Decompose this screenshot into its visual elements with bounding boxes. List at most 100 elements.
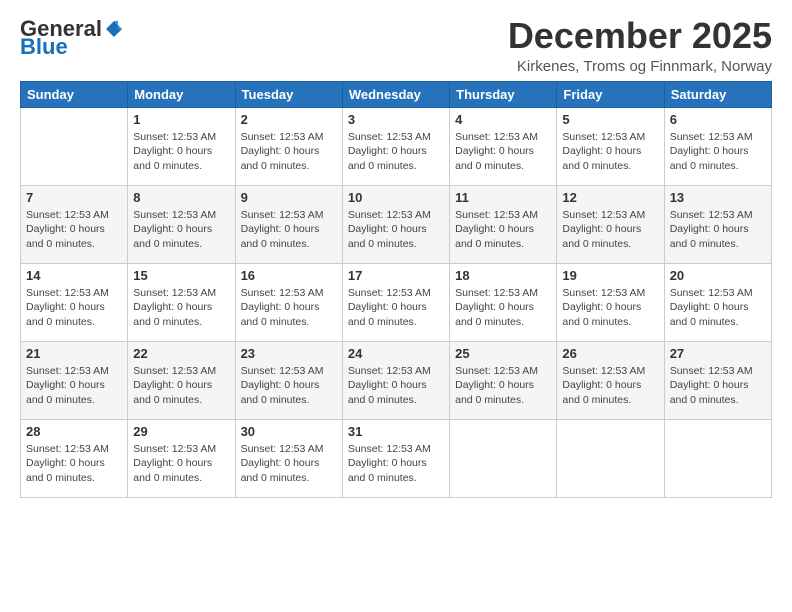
- calendar-cell: 25Sunset: 12:53 AM Daylight: 0 hours and…: [450, 341, 557, 419]
- day-number: 30: [241, 424, 337, 439]
- day-info: Sunset: 12:53 AM Daylight: 0 hours and 0…: [455, 130, 551, 174]
- day-number: 2: [241, 112, 337, 127]
- calendar-cell: 8 Sunset: 12:53 AM Daylight: 0 hours and …: [128, 185, 235, 263]
- calendar-cell: 10Sunset: 12:53 AM Daylight: 0 hours and…: [342, 185, 449, 263]
- day-number: 3: [348, 112, 444, 127]
- day-info: Sunset: 12:53 AM Daylight: 0 hours and 0…: [133, 130, 229, 174]
- day-number: 29: [133, 424, 229, 439]
- day-number: 14: [26, 268, 122, 283]
- calendar-cell: 11 Sunset: 12:53 AM Daylight: 0 hours and…: [450, 185, 557, 263]
- calendar-cell: [557, 419, 664, 497]
- day-info: Sunset: 12:53 AM Daylight: 0 hours and 0…: [670, 286, 766, 330]
- calendar-cell: 6 Sunset: 12:53 AM Daylight: 0 hours and …: [664, 107, 771, 185]
- calendar-week-row: 1 Sunset: 12:53 AM Daylight: 0 hours and …: [21, 107, 772, 185]
- day-number: 5: [562, 112, 658, 127]
- day-number: 21: [26, 346, 122, 361]
- calendar-cell: 17 Sunset: 12:53 AM Daylight: 0 hours and…: [342, 263, 449, 341]
- day-info: Sunset: 12:53 AM Daylight: 0 hours and 0…: [241, 286, 337, 330]
- calendar-cell: 29 Sunset: 12:53 AM Daylight: 0 hours and…: [128, 419, 235, 497]
- day-number: 15: [133, 268, 229, 283]
- day-number: 23: [241, 346, 337, 361]
- day-info: Sunset: 12:53 AM Daylight: 0 hours and 0…: [670, 130, 766, 174]
- day-info: Sunset: 12:53 AM Daylight: 0 hours and 0…: [455, 364, 551, 408]
- calendar-week-row: 21 Sunset: 12:53 AM Daylight: 0 hours and…: [21, 341, 772, 419]
- day-number: 18: [455, 268, 551, 283]
- calendar-cell: 19Sunset: 12:53 AM Daylight: 0 hours and…: [557, 263, 664, 341]
- page: General Blue December 2025 Kirkenes, Tro…: [0, 0, 792, 612]
- day-info: Sunset: 12:53 AM Daylight: 0 hours and 0…: [26, 442, 122, 486]
- calendar-cell: 7Sunset: 12:53 AM Daylight: 0 hours and …: [21, 185, 128, 263]
- calendar-cell: 15 Sunset: 12:53 AM Daylight: 0 hours and…: [128, 263, 235, 341]
- header: General Blue December 2025 Kirkenes, Tro…: [20, 16, 772, 75]
- day-number: 12: [562, 190, 658, 205]
- day-info: Sunset: 12:53 AM Daylight: 0 hours and 0…: [348, 286, 444, 330]
- day-number: 8: [133, 190, 229, 205]
- day-info: Sunset: 12:53 AM Daylight: 0 hours and 0…: [348, 442, 444, 486]
- day-info: Sunset: 12:53 AM Daylight: 0 hours and 0…: [241, 130, 337, 174]
- calendar-cell: 30 Sunset: 12:53 AM Daylight: 0 hours and…: [235, 419, 342, 497]
- day-info: Sunset: 12:53 AM Daylight: 0 hours and 0…: [133, 442, 229, 486]
- calendar-cell: 23 Sunset: 12:53 AM Daylight: 0 hours and…: [235, 341, 342, 419]
- day-info: Sunset: 12:53 AM Daylight: 0 hours and 0…: [670, 364, 766, 408]
- day-info: Sunset: 12:53 AM Daylight: 0 hours and 0…: [348, 364, 444, 408]
- calendar-week-row: 28 Sunset: 12:53 AM Daylight: 0 hours and…: [21, 419, 772, 497]
- weekday-header-friday: Friday: [557, 81, 664, 107]
- calendar-cell: 28 Sunset: 12:53 AM Daylight: 0 hours and…: [21, 419, 128, 497]
- calendar-cell: 13 Sunset: 12:53 AM Daylight: 0 hours and…: [664, 185, 771, 263]
- day-number: 28: [26, 424, 122, 439]
- day-number: 1: [133, 112, 229, 127]
- day-info: Sunset: 12:53 AM Daylight: 0 hours and 0…: [562, 208, 658, 252]
- day-info: Sunset: 12:53 AM Daylight: 0 hours and 0…: [26, 286, 122, 330]
- calendar-cell: 1 Sunset: 12:53 AM Daylight: 0 hours and …: [128, 107, 235, 185]
- day-info: Sunset: 12:53 AM Daylight: 0 hours and 0…: [455, 208, 551, 252]
- day-info: Sunset: 12:53 AM Daylight: 0 hours and 0…: [562, 130, 658, 174]
- day-number: 20: [670, 268, 766, 283]
- day-number: 22: [133, 346, 229, 361]
- weekday-header-wednesday: Wednesday: [342, 81, 449, 107]
- calendar-cell: 4Sunset: 12:53 AM Daylight: 0 hours and …: [450, 107, 557, 185]
- location-title: Kirkenes, Troms og Finnmark, Norway: [508, 58, 772, 75]
- calendar-cell: 18Sunset: 12:53 AM Daylight: 0 hours and…: [450, 263, 557, 341]
- day-info: Sunset: 12:53 AM Daylight: 0 hours and 0…: [241, 442, 337, 486]
- calendar-cell: 24 Sunset: 12:53 AM Daylight: 0 hours and…: [342, 341, 449, 419]
- day-number: 7: [26, 190, 122, 205]
- day-info: Sunset: 12:53 AM Daylight: 0 hours and 0…: [133, 208, 229, 252]
- calendar-table: SundayMondayTuesdayWednesdayThursdayFrid…: [20, 81, 772, 498]
- title-block: December 2025 Kirkenes, Troms og Finnmar…: [508, 16, 772, 75]
- day-info: Sunset: 12:53 AM Daylight: 0 hours and 0…: [670, 208, 766, 252]
- day-info: Sunset: 12:53 AM Daylight: 0 hours and 0…: [348, 208, 444, 252]
- day-info: Sunset: 12:53 AM Daylight: 0 hours and 0…: [133, 286, 229, 330]
- weekday-header-row: SundayMondayTuesdayWednesdayThursdayFrid…: [21, 81, 772, 107]
- day-info: Sunset: 12:53 AM Daylight: 0 hours and 0…: [348, 130, 444, 174]
- day-info: Sunset: 12:53 AM Daylight: 0 hours and 0…: [241, 364, 337, 408]
- calendar-cell: [664, 419, 771, 497]
- day-info: Sunset: 12:53 AM Daylight: 0 hours and 0…: [562, 364, 658, 408]
- calendar-cell: [21, 107, 128, 185]
- day-number: 31: [348, 424, 444, 439]
- day-number: 11: [455, 190, 551, 205]
- calendar-cell: 9Sunset: 12:53 AM Daylight: 0 hours and …: [235, 185, 342, 263]
- weekday-header-saturday: Saturday: [664, 81, 771, 107]
- weekday-header-tuesday: Tuesday: [235, 81, 342, 107]
- day-number: 27: [670, 346, 766, 361]
- day-number: 6: [670, 112, 766, 127]
- month-title: December 2025: [508, 16, 772, 56]
- day-number: 17: [348, 268, 444, 283]
- calendar-cell: 26 Sunset: 12:53 AM Daylight: 0 hours and…: [557, 341, 664, 419]
- logo-blue-text: Blue: [20, 34, 68, 60]
- weekday-header-thursday: Thursday: [450, 81, 557, 107]
- day-info: Sunset: 12:53 AM Daylight: 0 hours and 0…: [26, 364, 122, 408]
- day-number: 16: [241, 268, 337, 283]
- day-number: 24: [348, 346, 444, 361]
- calendar-week-row: 14 Sunset: 12:53 AM Daylight: 0 hours and…: [21, 263, 772, 341]
- day-number: 13: [670, 190, 766, 205]
- calendar-cell: 16 Sunset: 12:53 AM Daylight: 0 hours and…: [235, 263, 342, 341]
- calendar-cell: 20 Sunset: 12:53 AM Daylight: 0 hours and…: [664, 263, 771, 341]
- calendar-cell: 14 Sunset: 12:53 AM Daylight: 0 hours and…: [21, 263, 128, 341]
- day-number: 19: [562, 268, 658, 283]
- logo-icon: [104, 19, 124, 39]
- day-info: Sunset: 12:53 AM Daylight: 0 hours and 0…: [133, 364, 229, 408]
- calendar-cell: 5 Sunset: 12:53 AM Daylight: 0 hours and …: [557, 107, 664, 185]
- day-number: 26: [562, 346, 658, 361]
- calendar-cell: 2 Sunset: 12:53 AM Daylight: 0 hours and …: [235, 107, 342, 185]
